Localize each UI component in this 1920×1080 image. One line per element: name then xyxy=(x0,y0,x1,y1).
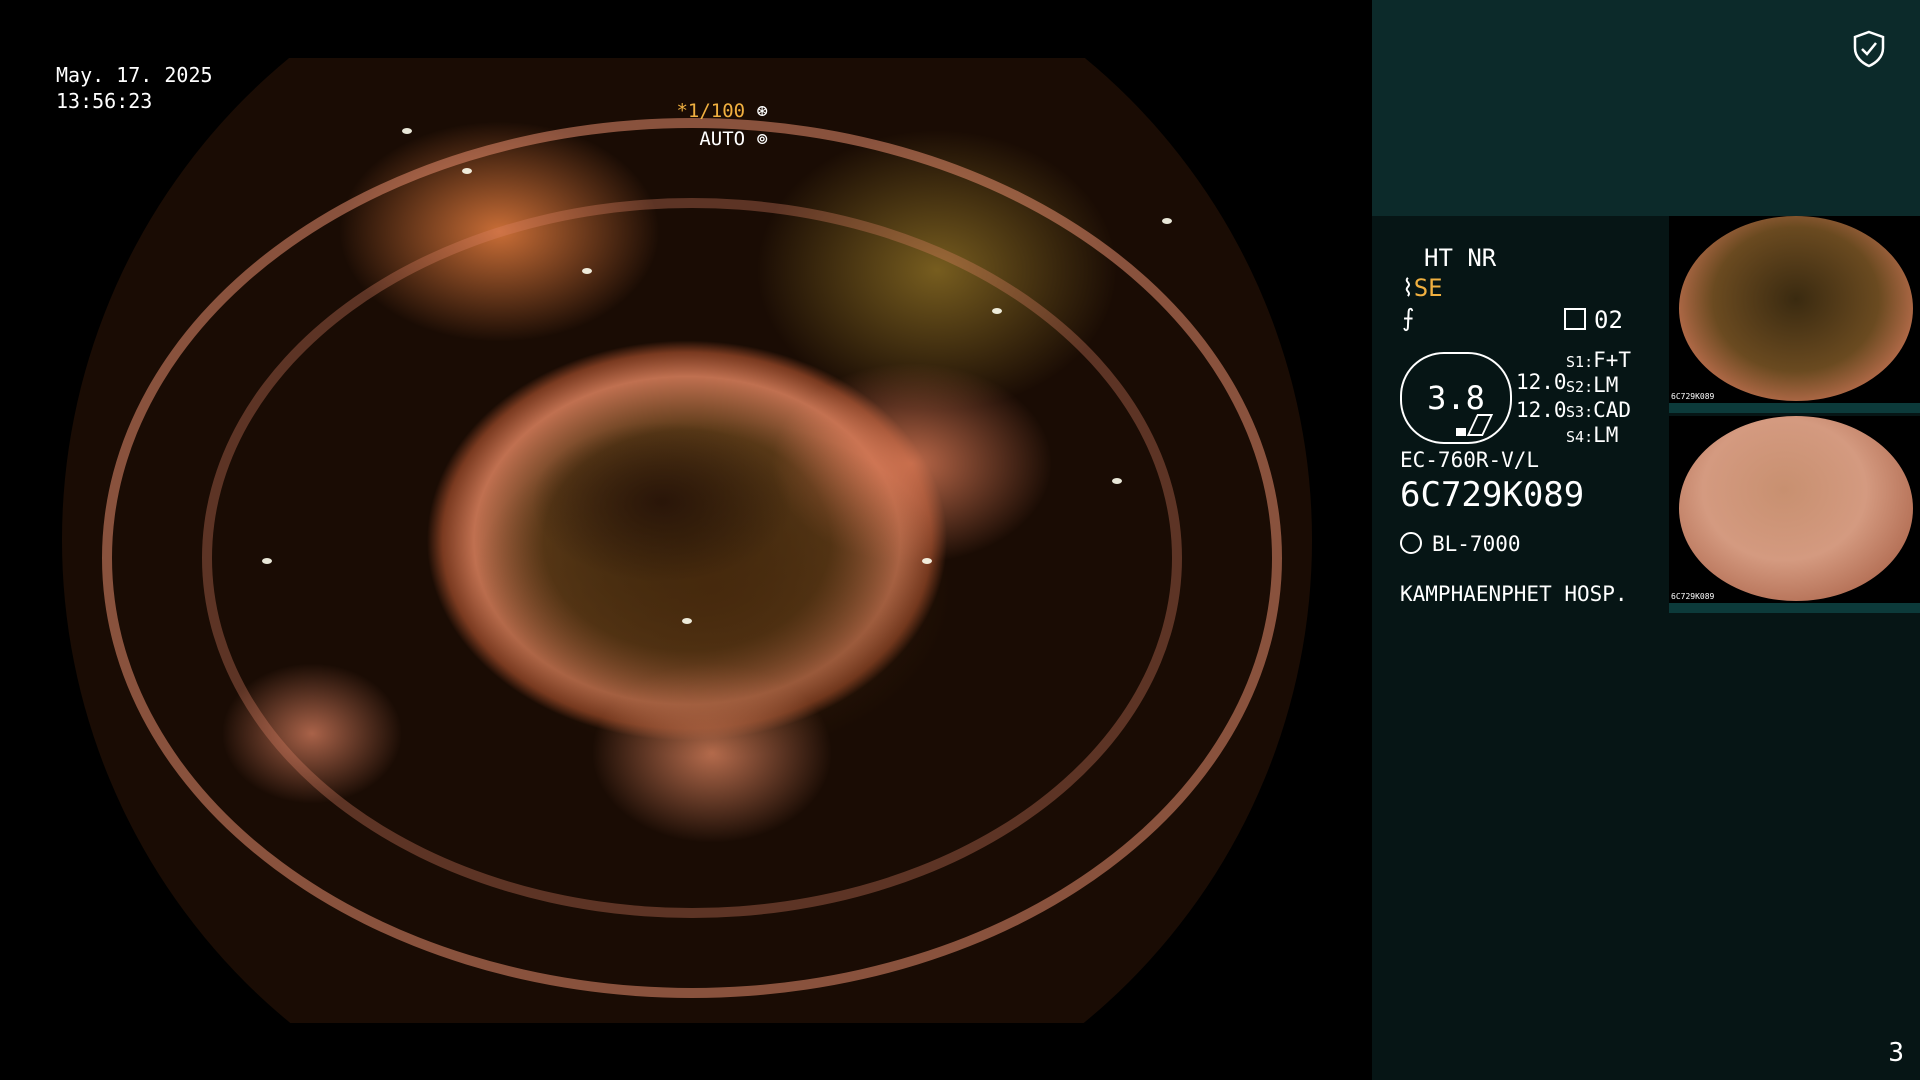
thumbnail-image xyxy=(1679,416,1913,601)
thumbnail-label: 6C729K089 xyxy=(1671,592,1715,601)
readout-2: 12.0 xyxy=(1516,398,1567,422)
flash-icon: ⨍ xyxy=(1402,304,1415,332)
exam-time: 13:56:23 xyxy=(56,89,153,113)
light-reflection xyxy=(402,128,412,134)
light-reflection xyxy=(1162,218,1172,224)
shutter-speed: *1/100 ⊛ xyxy=(676,98,768,124)
light-reflection xyxy=(992,308,1002,314)
enhance-indicator: ⌇SE xyxy=(1402,274,1443,302)
endoscopy-image xyxy=(62,58,1312,1023)
light-source-value: BL-7000 xyxy=(1432,532,1521,556)
memo-indicator: 02 xyxy=(1564,306,1623,334)
iris-mode-value: AUTO xyxy=(699,128,746,150)
enhance-icon: ⌇ xyxy=(1402,274,1414,302)
thumbnail-bar xyxy=(1669,603,1920,613)
light-reflection xyxy=(922,558,932,564)
enhance-value: SE xyxy=(1413,274,1443,302)
switch-value: LM xyxy=(1593,373,1619,397)
switch-key: S2 xyxy=(1566,378,1585,396)
capture-thumbnail-1[interactable]: 6C729K089 xyxy=(1669,216,1920,413)
endoscopy-main-view: May. 17. 2025 13:56:23 *1/100 ⊛ AUTO ⊚ xyxy=(0,0,1372,1080)
shutter-value: 1/100 xyxy=(687,100,746,122)
gauge-marker xyxy=(1456,428,1466,436)
gauge-tail xyxy=(1466,414,1494,436)
scope-model: EC-760R-V/L xyxy=(1400,448,1540,472)
switch-value: CAD xyxy=(1593,398,1632,422)
switch-4: S4:LM xyxy=(1566,423,1619,447)
side-panel-header xyxy=(1372,0,1920,216)
iris-mode: AUTO ⊚ xyxy=(699,126,768,152)
gauge-value: 3.8 xyxy=(1427,379,1485,417)
light-reflection xyxy=(462,168,472,174)
scope-serial: 6C729K089 xyxy=(1400,475,1585,515)
readout-1: 12.0 xyxy=(1516,370,1567,394)
iris-icon: ⊚ xyxy=(745,128,768,150)
hospital-name: KAMPHAENPHET HOSP. xyxy=(1400,582,1628,606)
shutter-prefix: * xyxy=(676,100,688,122)
switch-value: LM xyxy=(1593,423,1619,447)
light-reflection xyxy=(262,558,272,564)
page-number: 3 xyxy=(1888,1038,1904,1068)
switch-key: S1 xyxy=(1566,353,1585,371)
side-panel: HT NR ⌇SE ⨍ 02 3.8 12.0 12.0 S1:F+T S2:L… xyxy=(1372,0,1920,1080)
light-reflection xyxy=(582,268,592,274)
light-reflection xyxy=(682,618,692,624)
thumbnail-image xyxy=(1679,216,1913,401)
memo-count: 02 xyxy=(1594,306,1623,334)
shield-check-icon xyxy=(1853,30,1885,68)
switch-key: S3 xyxy=(1566,403,1585,421)
gauge-display: 3.8 xyxy=(1400,352,1512,444)
capture-thumbnail-2[interactable]: 6C729K089 xyxy=(1669,416,1920,613)
thumbnail-label: 6C729K089 xyxy=(1671,392,1715,401)
memo-icon xyxy=(1564,308,1586,330)
mucosal-fold xyxy=(202,198,1182,918)
switch-value: F+T xyxy=(1593,348,1632,372)
light-source: BL-7000 xyxy=(1400,530,1521,558)
mode-indicator: HT NR xyxy=(1424,244,1497,272)
switch-key: S4 xyxy=(1566,428,1585,446)
light-reflection xyxy=(1112,478,1122,484)
exam-date: May. 17. 2025 xyxy=(56,63,213,87)
light-source-icon xyxy=(1400,532,1422,554)
thumbnail-bar xyxy=(1669,403,1920,413)
iris-icon: ⊛ xyxy=(745,100,768,122)
